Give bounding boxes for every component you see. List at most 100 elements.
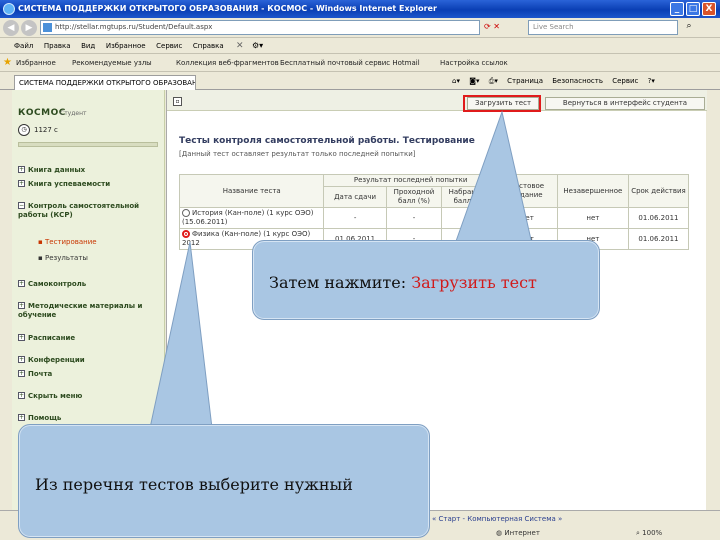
collapse-icon: − (18, 202, 25, 209)
feeds-icon[interactable]: ◙▾ (469, 77, 479, 85)
favorite-link-3[interactable]: Бесплатный почтовый сервис Hotmail (280, 57, 420, 69)
browser-tab[interactable]: СИСТЕМА ПОДДЕРЖКИ ОТКРЫТОГО ОБРАЗОВАНИЯ … (14, 75, 196, 90)
sidebar-subitem-results[interactable]: ▪ Результаты (38, 254, 88, 262)
address-text: http://stellar.mgtups.ru/Student/Default… (55, 23, 213, 31)
page-menu[interactable]: Страница (507, 77, 543, 85)
sidebar-subitem-testing[interactable]: ▪ Тестирование (38, 238, 97, 246)
back-nav-icon[interactable]: ◀ (3, 20, 19, 36)
maximize-button[interactable]: □ (686, 2, 700, 16)
footer-link[interactable]: « Старт - Компьютерная Система » (432, 515, 562, 523)
collapse-sidebar-icon[interactable]: ▫ (173, 97, 182, 106)
col-unfinished-header: Незавершенное (556, 174, 629, 208)
table-cell: - (323, 207, 387, 229)
ie-logo-icon (3, 3, 15, 15)
callout-choose-text: Из перечня тестов выберите нужный (35, 475, 353, 494)
expand-icon: + (18, 414, 25, 421)
test-radio[interactable] (182, 209, 190, 217)
window-title-bar: СИСТЕМА ПОДДЕРЖКИ ОТКРЫТОГО ОБРАЗОВАНИЯ … (0, 0, 720, 18)
toolbar-options-icon[interactable]: ⚙▾ (252, 41, 263, 50)
test-name-cell[interactable]: История (Кан-поле) (1 курс ОЭО) (15.06.2… (178, 207, 325, 229)
sidebar-item-grades[interactable]: + Книга успеваемости (18, 180, 160, 189)
security-zone: ◍ Интернет (496, 529, 540, 537)
menu-file[interactable]: Файл (14, 38, 33, 54)
sidebar-item-ksr[interactable]: − Контроль самостоятельной работы (КСР) (18, 202, 160, 220)
page-icon (43, 23, 52, 32)
menu-edit[interactable]: Правка (44, 38, 71, 54)
col-passing-header: Проходной балл (%) (385, 186, 443, 208)
minimize-button[interactable]: _ (670, 2, 684, 16)
table-cell: - (385, 207, 443, 229)
table-cell: 01.06.2011 (627, 207, 690, 229)
search-input[interactable]: Live Search (528, 20, 678, 35)
tests-table: Название теста Результат последней попыт… (178, 174, 690, 250)
callout-load-prefix: Затем нажмите: (269, 273, 412, 292)
expand-icon: + (18, 356, 25, 363)
expand-icon: + (18, 370, 25, 377)
col-deadline-header: Срок действия (627, 174, 690, 208)
close-button[interactable]: X (702, 2, 716, 16)
refresh-stop-icon[interactable]: ⟳ ✕ (484, 22, 500, 31)
table-cell: нет (496, 207, 558, 229)
favorite-link-4[interactable]: Настройка ссылок (440, 57, 508, 69)
address-input[interactable]: http://stellar.mgtups.ru/Student/Default… (40, 20, 480, 35)
safety-menu[interactable]: Безопасность (552, 77, 603, 85)
menu-view[interactable]: Вид (81, 38, 95, 54)
expand-icon: + (18, 180, 25, 187)
address-toolbar: ◀ ▶ http://stellar.mgtups.ru/Student/Def… (0, 18, 720, 38)
sidebar-item-schedule[interactable]: + Расписание (18, 334, 160, 343)
clock-icon: ◷ (18, 124, 30, 136)
callout-load-accent: Загрузить тест (411, 273, 537, 292)
search-icon[interactable]: ⌕ (682, 21, 696, 34)
back-to-student-button[interactable]: Вернуться в интерфейс студента (545, 97, 705, 110)
sidebar-item-hide-menu[interactable]: + Скрыть меню (18, 392, 160, 401)
sidebar-item-mail[interactable]: + Почта (18, 370, 160, 379)
favorites-bar: ★ Избранное Рекомендуемые узлы Коллекция… (0, 54, 720, 72)
callout-choose-test: Из перечня тестов выберите нужный (18, 424, 430, 538)
expand-icon: + (18, 280, 25, 287)
table-row[interactable]: История (Кан-поле) (1 курс ОЭО) (15.06.2… (178, 207, 690, 229)
window-title: СИСТЕМА ПОДДЕРЖКИ ОТКРЫТОГО ОБРАЗОВАНИЯ … (18, 4, 437, 13)
help-icon[interactable]: ?▾ (648, 77, 655, 85)
sidebar-divider (18, 142, 158, 147)
window-controls: _ □ X (670, 2, 716, 16)
menu-help[interactable]: Справка (193, 38, 224, 54)
load-test-highlight (463, 95, 541, 112)
print-icon[interactable]: ⎙▾ (489, 77, 498, 85)
table-cell: - (441, 207, 498, 229)
test-radio-selected[interactable] (182, 230, 190, 238)
zoom-level[interactable]: ⌕ 100% (636, 529, 662, 538)
col-name-header: Название теста (178, 174, 325, 208)
command-bar: ⌂▾ ◙▾ ⎙▾ Страница Безопасность Сервис ?▾ (452, 75, 662, 87)
logo-subtitle: Студент (60, 110, 87, 117)
tools-menu[interactable]: Сервис (612, 77, 638, 85)
col-tested-header: Тестовое задание (496, 174, 558, 208)
tab-bar: СИСТЕМА ПОДДЕРЖКИ ОТКРЫТОГО ОБРАЗОВАНИЯ … (0, 72, 720, 90)
sidebar-item-materials[interactable]: + Методические материалы и обучение (18, 302, 160, 320)
menu-bar: Файл Правка Вид Избранное Сервис Справка… (0, 38, 720, 54)
logo: КОСМОС (18, 108, 66, 118)
sidebar-item-help[interactable]: + Помощь (18, 414, 160, 423)
sidebar-item-conferences[interactable]: + Конференции (18, 356, 160, 365)
favorite-link-2[interactable]: Коллекция веб-фрагментов (176, 57, 279, 69)
forward-nav-icon[interactable]: ▶ (21, 20, 37, 36)
favorites-label[interactable]: Избранное (16, 57, 56, 69)
col-date-header: Дата сдачи (323, 186, 387, 208)
favorites-star-icon[interactable]: ★ (3, 57, 12, 68)
page-subtitle: [Данный тест оставляет результат только … (179, 150, 416, 158)
sidebar-item-data-book[interactable]: + Книга данных (18, 166, 160, 175)
close-toolbar-icon[interactable]: ✕ (236, 41, 244, 51)
expand-icon: + (18, 334, 25, 341)
page-title: Тесты контроля самостоятельной работы. Т… (179, 136, 475, 146)
menu-favorites[interactable]: Избранное (106, 38, 146, 54)
home-icon[interactable]: ⌂▾ (452, 77, 460, 85)
content-toolbar: ▫ Загрузить тест Вернуться в интерфейс с… (167, 90, 707, 112)
table-cell: нет (556, 207, 629, 229)
col-group-header: Результат последней попытки (323, 174, 498, 187)
sidebar-item-selfcontrol[interactable]: + Самоконтроль (18, 280, 160, 289)
menu-tools[interactable]: Сервис (156, 38, 182, 54)
favorite-link-1[interactable]: Рекомендуемые узлы (72, 57, 152, 69)
callout-load-test: Затем нажмите: Загрузить тест (252, 240, 600, 320)
expand-icon: + (18, 302, 25, 309)
table-cell: 01.06.2011 (627, 228, 690, 250)
session-counter: 1127 с (34, 126, 58, 134)
